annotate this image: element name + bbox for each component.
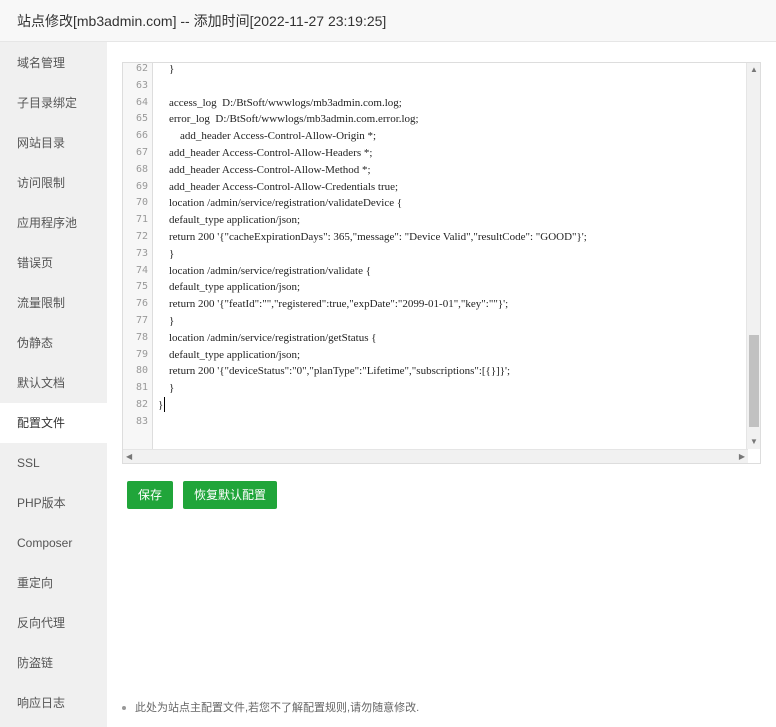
code-line: } [158, 63, 175, 75]
scroll-right-arrow-icon[interactable]: ▶ [739, 452, 745, 461]
sidebar: 域名管理 子目录绑定 网站目录 访问限制 应用程序池 错误页 流量限制 伪静态 … [0, 42, 107, 727]
scroll-down-arrow-icon[interactable]: ▼ [750, 438, 758, 446]
save-button[interactable]: 保存 [127, 481, 173, 509]
code-line: location /admin/service/registration/val… [158, 265, 371, 277]
code-line: location /admin/service/registration/val… [158, 197, 403, 209]
code-line: } [158, 248, 175, 260]
line-number: 76 [135, 298, 148, 309]
vertical-scroll-thumb[interactable] [749, 335, 759, 427]
title-bar: 站点修改[mb3admin.com] -- 添加时间[2022-11-27 23… [0, 0, 776, 42]
line-number: 73 [135, 248, 148, 259]
sidebar-item-traffic-limit[interactable]: 流量限制 [0, 283, 107, 323]
line-number: 77 [135, 315, 148, 326]
sidebar-item-app-pool[interactable]: 应用程序池 [0, 203, 107, 243]
code-line: default_type application/json; [158, 349, 301, 361]
code-line: } [158, 315, 175, 327]
sidebar-item-subdir-binding[interactable]: 子目录绑定 [0, 83, 107, 123]
line-number: 71 [135, 214, 148, 225]
code-line: add_header Access-Control-Allow-Headers … [158, 147, 373, 159]
bullet-icon [122, 706, 126, 711]
sidebar-item-default-doc[interactable]: 默认文档 [0, 363, 107, 403]
sidebar-item-domain[interactable]: 域名管理 [0, 43, 107, 83]
scroll-left-arrow-icon[interactable]: ◀ [126, 452, 132, 461]
code-line: add_header Access-Control-Allow-Origin *… [158, 130, 377, 142]
line-number: 68 [135, 164, 148, 175]
code-line: default_type application/json; [158, 281, 301, 293]
line-number: 67 [135, 147, 148, 158]
code-line: } [158, 399, 164, 411]
code-line: location /admin/service/registration/get… [158, 332, 377, 344]
line-number: 74 [135, 265, 148, 276]
dialog-title: 站点修改[mb3admin.com] -- 添加时间[2022-11-27 23… [17, 13, 387, 29]
code-line: add_header Access-Control-Allow-Method *… [158, 164, 371, 176]
line-number: 63 [135, 80, 148, 91]
line-number: 78 [135, 332, 148, 343]
sidebar-item-response-log[interactable]: 响应日志 [0, 683, 107, 723]
sidebar-item-redirect[interactable]: 重定向 [0, 563, 107, 603]
code-line: add_header Access-Control-Allow-Credenti… [158, 181, 399, 193]
sidebar-item-composer[interactable]: Composer [0, 523, 107, 563]
sidebar-item-config-file[interactable]: 配置文件 [0, 403, 107, 443]
line-number: 70 [135, 197, 148, 208]
line-number: 64 [135, 97, 148, 108]
code-line: return 200 '{"deviceStatus":"0","planTyp… [158, 365, 511, 377]
line-number: 72 [135, 231, 148, 242]
sidebar-item-rewrite[interactable]: 伪静态 [0, 323, 107, 363]
line-number: 81 [135, 382, 148, 393]
sidebar-item-error-page[interactable]: 错误页 [0, 243, 107, 283]
line-number: 66 [135, 130, 148, 141]
sidebar-item-access-limit[interactable]: 访问限制 [0, 163, 107, 203]
text-cursor [164, 397, 165, 412]
hint-text: 此处为站点主配置文件,若您不了解配置规则,请勿随意修改. [135, 702, 420, 714]
vertical-scrollbar[interactable]: ▲ ▼ [746, 63, 760, 449]
horizontal-scrollbar[interactable]: ◀ ▶ [123, 449, 748, 463]
line-number: 82 [135, 399, 148, 410]
scroll-up-arrow-icon[interactable]: ▲ [750, 66, 758, 74]
hint-note: 此处为站点主配置文件,若您不了解配置规则,请勿随意修改. [122, 699, 419, 715]
restore-default-button[interactable]: 恢复默认配置 [183, 481, 277, 509]
code-line: access_log D:/BtSoft/wwwlogs/mb3admin.co… [158, 97, 402, 109]
line-number: 69 [135, 181, 148, 192]
sidebar-item-ssl[interactable]: SSL [0, 443, 107, 483]
sidebar-item-reverse-proxy[interactable]: 反向代理 [0, 603, 107, 643]
sidebar-item-php-version[interactable]: PHP版本 [0, 483, 107, 523]
sidebar-item-site-directory[interactable]: 网站目录 [0, 123, 107, 163]
code-line: return 200 '{"cacheExpirationDays": 365,… [158, 231, 587, 243]
line-number: 75 [135, 281, 148, 292]
code-line: return 200 '{"featId":"","registered":tr… [158, 298, 509, 310]
line-number: 79 [135, 349, 148, 360]
code-line: default_type application/json; [158, 214, 301, 226]
code-line: } [158, 382, 175, 394]
line-number: 83 [135, 416, 148, 427]
line-number: 65 [135, 113, 148, 124]
line-gutter: 62 63 64 65 66 67 68 69 70 71 72 73 74 7… [123, 63, 153, 449]
config-editor[interactable]: 62 63 64 65 66 67 68 69 70 71 72 73 74 7… [122, 62, 761, 464]
line-number: 62 [135, 63, 148, 74]
sidebar-item-hotlink-protection[interactable]: 防盗链 [0, 643, 107, 683]
code-line: error_log D:/BtSoft/wwwlogs/mb3admin.com… [158, 113, 419, 125]
line-number: 80 [135, 365, 148, 376]
